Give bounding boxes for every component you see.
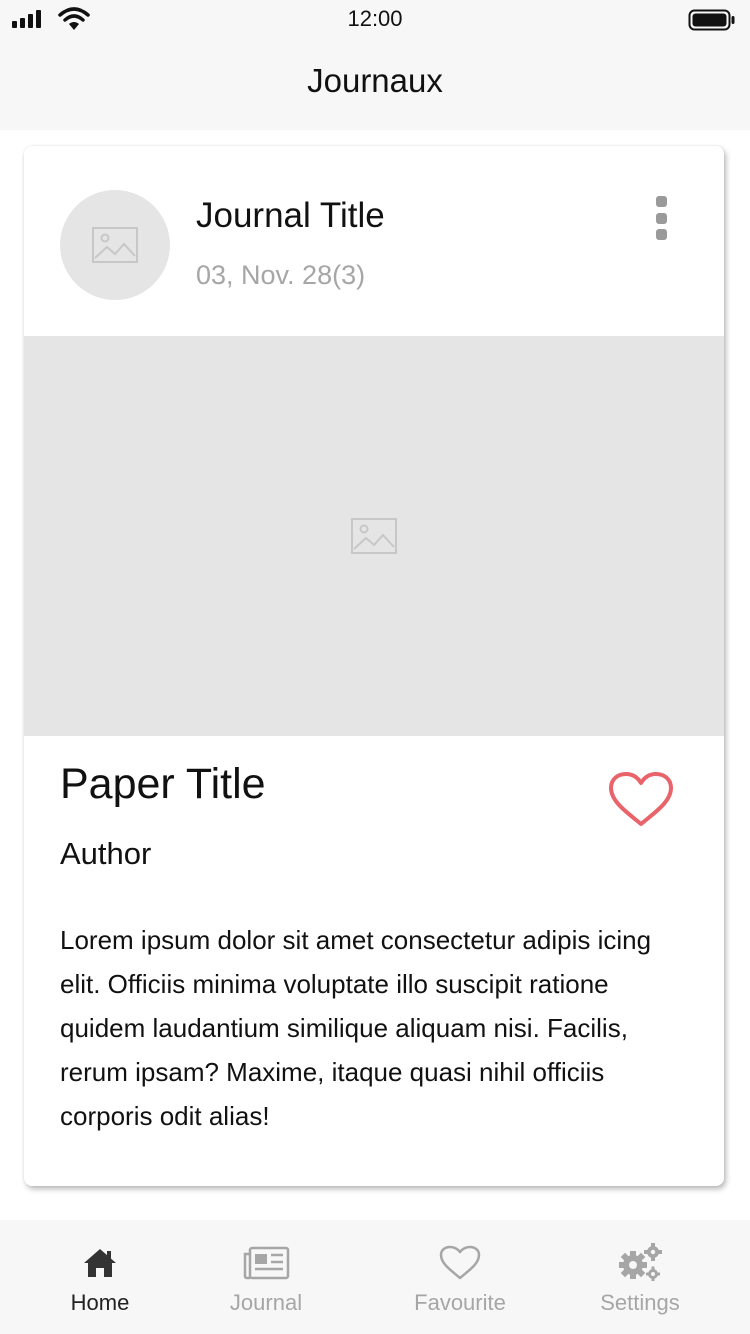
- gears-icon: [619, 1243, 662, 1281]
- tab-home[interactable]: Home: [10, 1220, 190, 1334]
- journal-date: 03, Nov. 28(3): [196, 260, 366, 290]
- tab-label: Home: [70, 1290, 130, 1315]
- card-header: Journal Title 03, Nov. 28(3): [24, 146, 724, 336]
- tab-bar: Home Journal Favourite Settings: [0, 1220, 750, 1334]
- author: Author: [60, 836, 152, 871]
- abstract-text: Lorem ipsum dolor sit amet consectetur a…: [60, 925, 652, 1131]
- tab-journal[interactable]: Journal: [176, 1220, 356, 1334]
- journal-avatar: [60, 190, 170, 300]
- image-placeholder-icon: [92, 227, 138, 263]
- article-card[interactable]: Journal Title 03, Nov. 28(3) Paper Title…: [24, 146, 724, 1186]
- image-placeholder-icon: [351, 518, 397, 554]
- journal-title: Journal Title: [196, 196, 385, 235]
- newspaper-icon: [243, 1246, 290, 1280]
- hero-image: [24, 336, 724, 736]
- tab-label: Favourite: [414, 1290, 506, 1315]
- home-icon: [84, 1249, 116, 1277]
- paper-title: Paper Title: [60, 760, 266, 808]
- tab-favourite[interactable]: Favourite: [370, 1220, 550, 1334]
- more-options-icon[interactable]: [654, 196, 668, 240]
- battery-icon: [688, 9, 735, 31]
- favorite-heart-icon[interactable]: [608, 772, 674, 833]
- nav-bar: Journaux: [0, 40, 750, 130]
- tab-label: Journal: [229, 1290, 303, 1315]
- page-title: Journaux: [307, 62, 443, 99]
- tab-label: Settings: [600, 1290, 680, 1315]
- status-time: 12:00: [347, 6, 403, 31]
- tab-settings[interactable]: Settings: [550, 1220, 730, 1334]
- heart-icon: [439, 1245, 481, 1280]
- status-bar: 12:00: [0, 0, 750, 40]
